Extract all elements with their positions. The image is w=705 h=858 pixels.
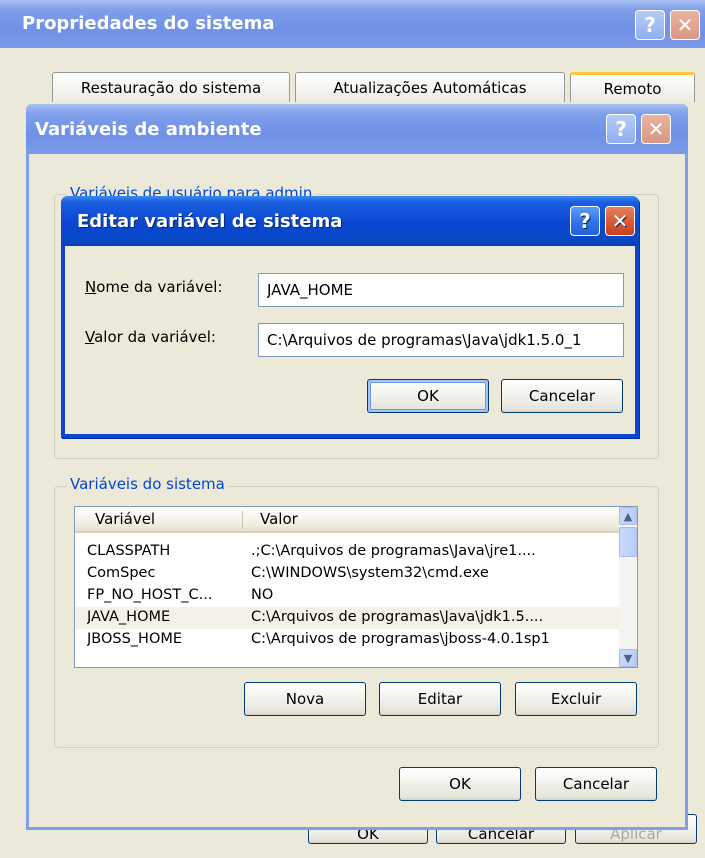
system-properties-titlebar[interactable]: Propriedades do sistema ? ✕: [0, 0, 705, 48]
environment-variables-titlebar[interactable]: Variáveis de ambiente ? ✕: [26, 104, 688, 154]
system-properties-title: Propriedades do sistema: [22, 13, 275, 34]
variable-value: .;C:\Arquivos de programas\Java\jre1....: [251, 543, 536, 559]
variable-name: CLASSPATH: [87, 543, 171, 559]
edit-dialog-ok-button[interactable]: OK: [367, 379, 489, 413]
system-variables-list[interactable]: Variável Valor CLASSPATH .;C:\Arquivos d…: [74, 506, 638, 668]
list-item[interactable]: FP_NO_HOST_C... NO: [75, 585, 619, 607]
variable-value: C:\Arquivos de programas\Java\jdk1.5....: [251, 609, 544, 625]
scroll-thumb[interactable]: [619, 527, 637, 557]
close-icon[interactable]: ✕: [605, 206, 635, 236]
column-header-value[interactable]: Valor: [260, 510, 298, 528]
delete-button[interactable]: Excluir: [515, 682, 637, 716]
variable-name-label: Nome da variável:: [85, 278, 223, 296]
close-icon[interactable]: ✕: [641, 114, 671, 144]
edit-dialog-cancel-button[interactable]: Cancelar: [501, 379, 623, 413]
column-divider[interactable]: [242, 511, 243, 529]
environment-cancel-button[interactable]: Cancelar: [535, 767, 657, 801]
scroll-up-icon[interactable]: ▲: [619, 507, 637, 525]
variable-name-field[interactable]: [258, 273, 624, 307]
edit-dialog-titlebar[interactable]: Editar variável de sistema ? ✕: [61, 196, 639, 246]
variable-name: JBOSS_HOME: [87, 631, 183, 647]
variable-value: C:\WINDOWS\system32\cmd.exe: [251, 565, 489, 581]
variable-name: ComSpec: [87, 565, 156, 581]
variable-value: C:\Arquivos de programas\jboss-4.0.1sp1: [251, 631, 550, 647]
variable-value-field[interactable]: [258, 323, 624, 357]
help-icon[interactable]: ?: [570, 206, 600, 236]
tab-remote[interactable]: Remoto: [570, 72, 695, 102]
list-item[interactable]: JAVA_HOME C:\Arquivos de programas\Java\…: [75, 607, 619, 629]
scroll-down-icon[interactable]: ▼: [619, 649, 637, 667]
tab-automatic-updates[interactable]: Atualizações Automáticas: [295, 72, 565, 102]
edit-system-variable-dialog: Editar variável de sistema ? ✕ Nome da v…: [61, 196, 639, 438]
new-button[interactable]: Nova: [244, 682, 366, 716]
variable-name: JAVA_HOME: [87, 609, 171, 625]
help-icon[interactable]: ?: [606, 114, 636, 144]
tab-system-restore[interactable]: Restauração do sistema: [52, 72, 290, 102]
list-item[interactable]: JBOSS_HOME C:\Arquivos de programas\jbos…: [75, 629, 619, 651]
help-icon[interactable]: ?: [635, 10, 665, 40]
list-item[interactable]: ComSpec C:\WINDOWS\system32\cmd.exe: [75, 563, 619, 585]
edit-dialog-title: Editar variável de sistema: [77, 211, 343, 232]
variable-value: NO: [251, 587, 274, 603]
environment-ok-button[interactable]: OK: [399, 767, 521, 801]
list-header: Variável Valor: [75, 507, 619, 533]
system-variables-group-label: Variáveis do sistema: [67, 475, 228, 493]
vertical-scrollbar[interactable]: ▲ ▼: [619, 507, 637, 667]
column-header-variable[interactable]: Variável: [95, 510, 155, 528]
list-item[interactable]: CLASSPATH .;C:\Arquivos de programas\Jav…: [75, 541, 619, 563]
edit-button[interactable]: Editar: [379, 682, 501, 716]
close-icon[interactable]: ✕: [670, 10, 700, 40]
variable-value-label: Valor da variável:: [85, 328, 216, 346]
environment-variables-title: Variáveis de ambiente: [35, 119, 262, 140]
variable-name: FP_NO_HOST_C...: [87, 587, 213, 603]
